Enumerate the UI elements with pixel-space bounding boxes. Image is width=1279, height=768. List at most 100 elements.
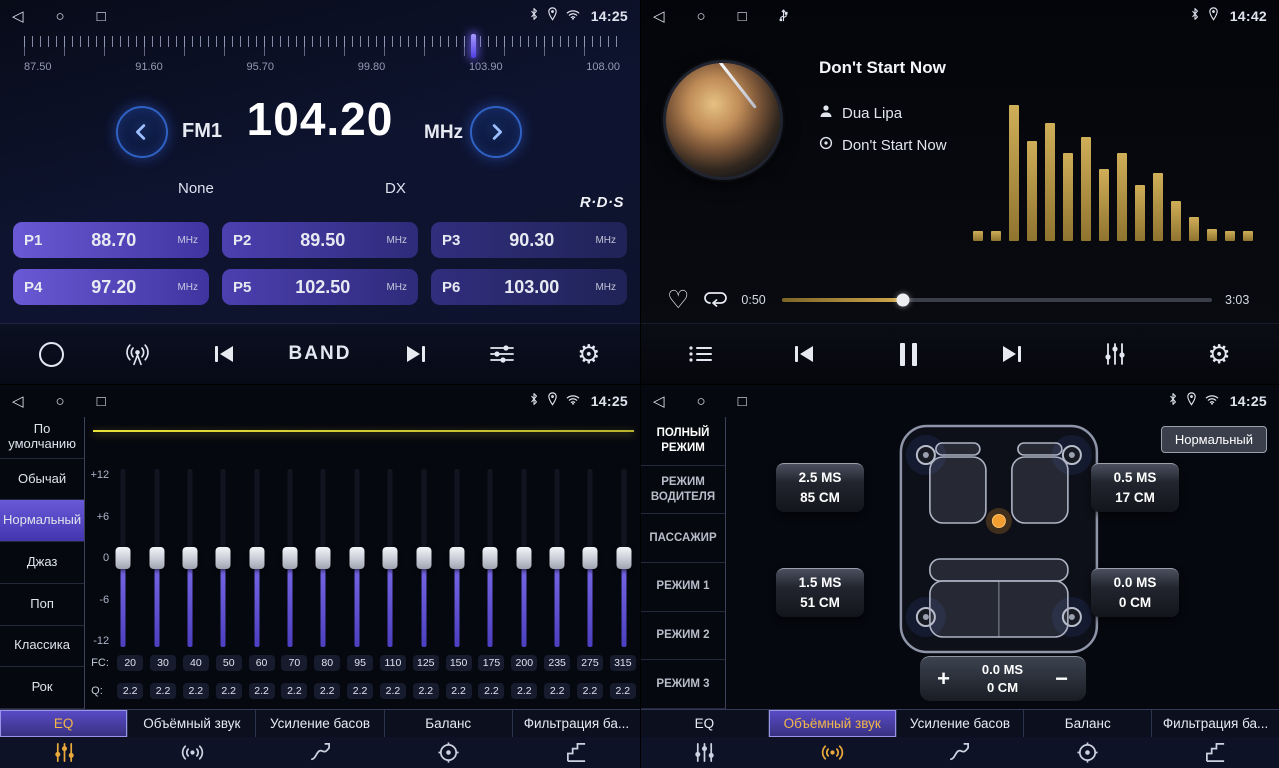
tab-eq[interactable]: EQ xyxy=(641,710,769,737)
eq-slider-handle[interactable] xyxy=(116,547,131,569)
eq-band-slider-150[interactable] xyxy=(449,469,465,647)
eq-band-slider-60[interactable] xyxy=(249,469,265,647)
eq-band-slider-175[interactable] xyxy=(482,469,498,647)
tune-down-button[interactable] xyxy=(116,106,168,158)
eq-band-slider-315[interactable] xyxy=(616,469,632,647)
eq-band-slider-40[interactable] xyxy=(182,469,198,647)
eq-preset-item-5[interactable]: Классика xyxy=(0,626,84,668)
eq-icon[interactable] xyxy=(641,741,769,764)
front-left-delay-button[interactable]: 2.5 MS 85 CM xyxy=(776,463,864,512)
eq-preset-item-2[interactable]: Нормальный xyxy=(0,500,84,542)
surround-mode-item-2[interactable]: ПАССАЖИР xyxy=(641,514,725,563)
favorite-button[interactable]: ♡ xyxy=(667,288,689,313)
sound-profile-button[interactable]: Нормальный xyxy=(1161,426,1267,453)
home-icon[interactable]: ○ xyxy=(56,9,65,24)
tab-surround[interactable]: Объёмный звук xyxy=(128,710,256,737)
seek-knob[interactable] xyxy=(896,294,909,307)
tab-balance[interactable]: Баланс xyxy=(1024,710,1152,737)
tab-surround[interactable]: Объёмный звук xyxy=(769,710,897,737)
settings-button[interactable]: ⚙ xyxy=(567,341,611,367)
previous-track-button[interactable] xyxy=(782,346,826,362)
eq-band-slider-70[interactable] xyxy=(282,469,298,647)
home-icon[interactable]: ○ xyxy=(56,394,65,409)
eq-slider-handle[interactable] xyxy=(483,547,498,569)
eq-preset-item-6[interactable]: Рок xyxy=(0,667,84,709)
home-icon[interactable]: ○ xyxy=(697,394,706,409)
tune-up-button[interactable] xyxy=(470,106,522,158)
preset-p2-button[interactable]: P289.50MHz xyxy=(222,222,418,258)
back-icon[interactable]: ◁ xyxy=(653,9,665,24)
bass-boost-icon[interactable] xyxy=(256,741,384,764)
eq-slider-handle[interactable] xyxy=(449,547,464,569)
previous-station-button[interactable] xyxy=(202,346,246,362)
surround-mode-item-1[interactable]: РЕЖИМ ВОДИТЕЛЯ xyxy=(641,466,725,515)
increase-delay-button[interactable]: + xyxy=(932,668,956,690)
eq-preset-item-4[interactable]: Поп xyxy=(0,584,84,626)
preset-p5-button[interactable]: P5102.50MHz xyxy=(222,269,418,305)
tab-filter[interactable]: Фильтрация ба... xyxy=(513,710,640,737)
eq-band-slider-125[interactable] xyxy=(416,469,432,647)
band-button[interactable]: BAND xyxy=(289,343,352,365)
back-icon[interactable]: ◁ xyxy=(12,394,24,409)
surround-mode-item-0[interactable]: ПОЛНЫЙ РЕЖИМ xyxy=(641,417,725,466)
tab-bass-boost[interactable]: Усиление басов xyxy=(897,710,1025,737)
tab-balance[interactable]: Баланс xyxy=(385,710,513,737)
eq-band-slider-80[interactable] xyxy=(315,469,331,647)
preset-p6-button[interactable]: P6103.00MHz xyxy=(431,269,627,305)
audio-settings-button[interactable] xyxy=(480,344,524,364)
eq-slider-handle[interactable] xyxy=(283,547,298,569)
back-icon[interactable]: ◁ xyxy=(12,9,24,24)
surround-mode-item-5[interactable]: РЕЖИМ 3 xyxy=(641,660,725,709)
eq-slider-handle[interactable] xyxy=(416,547,431,569)
preset-p1-button[interactable]: P188.70MHz xyxy=(13,222,209,258)
frequency-dial[interactable]: 87.5091.6095.7099.80103.90108.00 xyxy=(0,32,640,82)
home-icon[interactable]: ○ xyxy=(697,9,706,24)
surround-mode-item-4[interactable]: РЕЖИМ 2 xyxy=(641,612,725,661)
next-station-button[interactable] xyxy=(394,346,438,362)
eq-icon[interactable] xyxy=(0,741,128,764)
surround-icon[interactable] xyxy=(128,741,256,764)
eq-band-slider-50[interactable] xyxy=(215,469,231,647)
eq-slider-handle[interactable] xyxy=(583,547,598,569)
eq-slider-handle[interactable] xyxy=(516,547,531,569)
recents-icon[interactable]: □ xyxy=(97,9,106,24)
eq-slider-handle[interactable] xyxy=(149,547,164,569)
rear-left-delay-button[interactable]: 1.5 MS 51 CM xyxy=(776,568,864,617)
recents-icon[interactable]: □ xyxy=(738,9,747,24)
balance-icon[interactable] xyxy=(384,741,512,764)
tab-filter[interactable]: Фильтрация ба... xyxy=(1152,710,1279,737)
eq-slider-handle[interactable] xyxy=(316,547,331,569)
tab-eq[interactable]: EQ xyxy=(0,710,128,737)
frequency-ruler[interactable] xyxy=(24,36,620,56)
surround-mode-item-3[interactable]: РЕЖИМ 1 xyxy=(641,563,725,612)
eq-band-slider-95[interactable] xyxy=(349,469,365,647)
pause-button[interactable] xyxy=(886,343,930,366)
next-track-button[interactable] xyxy=(990,346,1034,362)
eq-band-slider-275[interactable] xyxy=(582,469,598,647)
eq-slider-handle[interactable] xyxy=(216,547,231,569)
repeat-button[interactable] xyxy=(702,289,728,312)
playlist-button[interactable] xyxy=(679,344,723,364)
eq-slider-handle[interactable] xyxy=(249,547,264,569)
eq-band-slider-30[interactable] xyxy=(149,469,165,647)
settings-button[interactable]: ⚙ xyxy=(1197,341,1241,367)
car-cabin-graphic[interactable] xyxy=(895,421,1101,657)
bass-boost-icon[interactable] xyxy=(896,741,1024,764)
eq-slider-handle[interactable] xyxy=(550,547,565,569)
eq-band-slider-200[interactable] xyxy=(516,469,532,647)
recents-icon[interactable]: □ xyxy=(738,394,747,409)
eq-slider-handle[interactable] xyxy=(616,547,631,569)
back-icon[interactable]: ◁ xyxy=(653,394,665,409)
equalizer-button[interactable] xyxy=(1093,342,1137,366)
eq-preset-item-0[interactable]: По умолчанию xyxy=(0,417,84,459)
broadcast-button[interactable] xyxy=(116,343,160,366)
surround-icon[interactable] xyxy=(769,741,897,764)
eq-preset-item-3[interactable]: Джаз xyxy=(0,542,84,584)
eq-band-slider-235[interactable] xyxy=(549,469,565,647)
filter-icon[interactable] xyxy=(512,741,640,764)
eq-slider-handle[interactable] xyxy=(349,547,364,569)
seek-slider[interactable] xyxy=(782,298,1212,302)
eq-band-slider-110[interactable] xyxy=(382,469,398,647)
preset-p3-button[interactable]: P390.30MHz xyxy=(431,222,627,258)
decrease-delay-button[interactable]: − xyxy=(1050,668,1074,690)
